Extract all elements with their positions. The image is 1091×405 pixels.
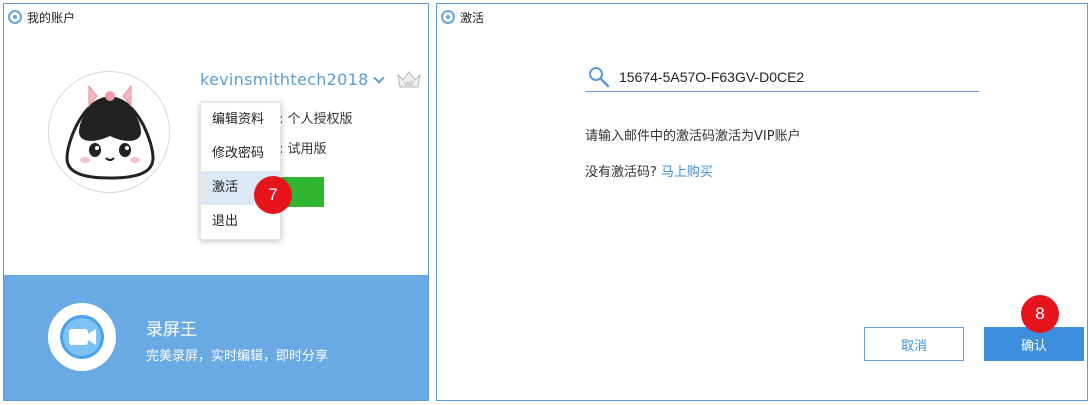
activation-hint: 请输入邮件中的激活码激活为VIP账户: [585, 129, 801, 144]
username-dropdown[interactable]: kevinsmithtech2018: [200, 70, 385, 89]
step-badge-7: 7: [254, 176, 292, 214]
buy-now-link[interactable]: 马上购买: [661, 165, 713, 180]
username-label: kevinsmithtech2018: [200, 70, 369, 89]
account-window: 我的账户 kevinsmithtech2018 VIP 本: 个人授权版 型: …: [3, 3, 429, 401]
promo-subtitle: 完美录屏，实时编辑，即时分享: [146, 349, 329, 364]
search-icon: [589, 66, 610, 87]
activate-window-title: 激活: [460, 10, 485, 25]
app-logo-icon: [441, 10, 455, 24]
step-badge-8: 8: [1021, 295, 1059, 333]
no-code-text: 没有激活码?: [585, 165, 657, 180]
vip-crown-icon: VIP: [397, 71, 421, 88]
onigiri-avatar-icon: [65, 84, 155, 180]
vip-crown-label: VIP: [404, 82, 414, 88]
account-window-title: 我的账户: [27, 10, 76, 25]
cancel-button[interactable]: 取消: [864, 327, 964, 361]
account-titlebar: 我的账户: [4, 4, 428, 30]
activation-code-field: [585, 62, 979, 92]
menu-item-change-password[interactable]: 修改密码: [201, 137, 280, 171]
app-logo-icon: [8, 10, 22, 24]
account-menu: 编辑资料 修改密码 激活 退出: [200, 102, 281, 240]
activate-titlebar: 激活: [437, 4, 1087, 30]
chevron-down-icon: [372, 71, 385, 84]
promo-banner: 录屏王 完美录屏，实时编辑，即时分享: [4, 275, 428, 400]
avatar[interactable]: [48, 71, 170, 193]
no-code-line: 没有激活码? 马上购买: [585, 161, 713, 180]
menu-item-edit-profile[interactable]: 编辑资料: [201, 103, 280, 137]
promo-title: 录屏王: [146, 320, 197, 340]
activation-code-input[interactable]: [619, 68, 959, 85]
activate-window: 激活 请输入邮件中的激活码激活为VIP账户 没有激活码?马上购买 取消 确认 8: [436, 3, 1088, 401]
video-camera-icon: [48, 303, 116, 371]
